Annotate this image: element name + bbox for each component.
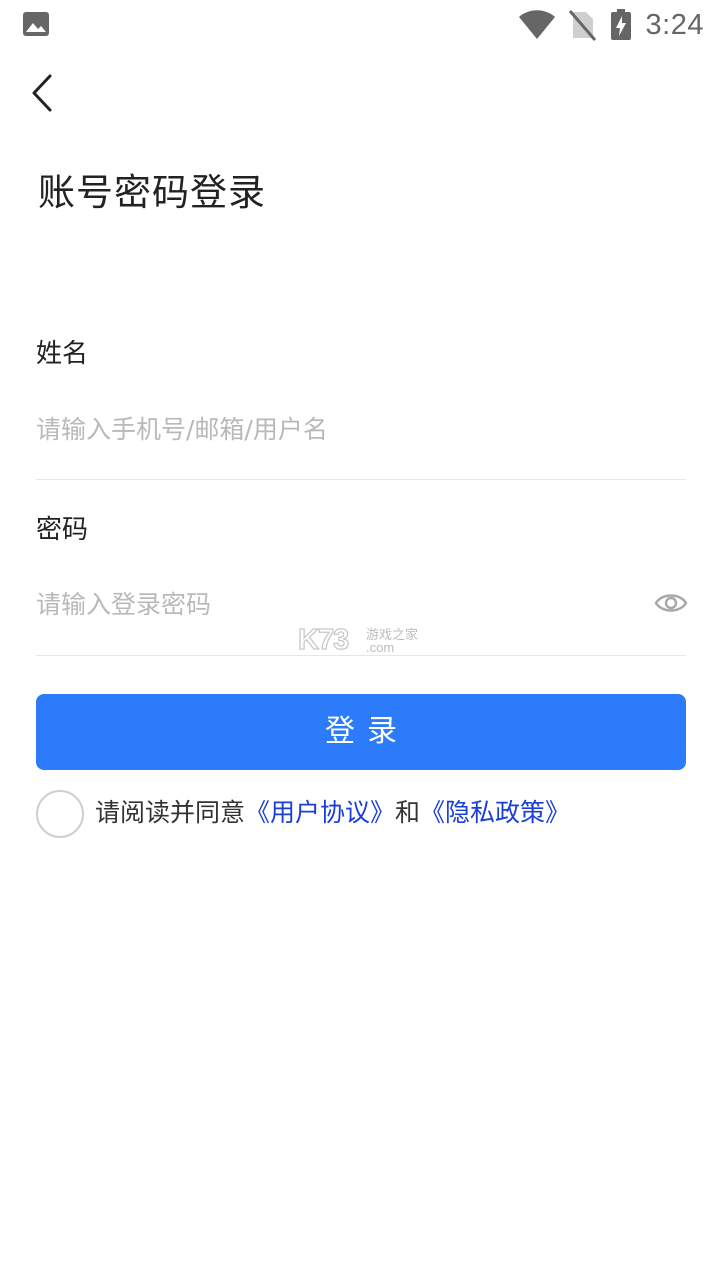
password-label: 密码 xyxy=(36,515,89,545)
divider xyxy=(36,479,686,480)
login-button[interactable]: 登录 xyxy=(36,694,686,770)
watermark-logo: K73 游戏之家 .com xyxy=(298,623,418,656)
svg-text:K73: K73 xyxy=(298,624,349,656)
svg-text:.com: .com xyxy=(366,640,394,655)
user-agreement-link[interactable]: 《用户协议》 xyxy=(245,798,395,827)
agreement-text: 请阅读并同意《用户协议》和《隐私政策》 xyxy=(95,794,570,832)
agreement-and: 和 xyxy=(395,798,421,827)
no-sim-icon xyxy=(568,10,596,41)
battery-charging-icon xyxy=(610,9,631,40)
back-button[interactable] xyxy=(24,70,64,116)
image-icon xyxy=(23,12,49,36)
agreement-prefix: 请阅读并同意 xyxy=(95,798,246,827)
chevron-left-icon xyxy=(32,74,52,112)
status-icons: 3:24 xyxy=(518,6,704,44)
status-time: 3:24 xyxy=(645,8,704,41)
page-title: 账号密码登录 xyxy=(38,171,266,214)
privacy-policy-link[interactable]: 《隐私政策》 xyxy=(420,798,570,827)
username-input[interactable] xyxy=(36,404,636,454)
wifi-icon xyxy=(518,10,555,39)
status-bar: 3:24 xyxy=(0,0,720,50)
eye-icon[interactable] xyxy=(654,589,688,617)
agree-checkbox[interactable] xyxy=(36,790,84,838)
name-label: 姓名 xyxy=(36,339,89,369)
